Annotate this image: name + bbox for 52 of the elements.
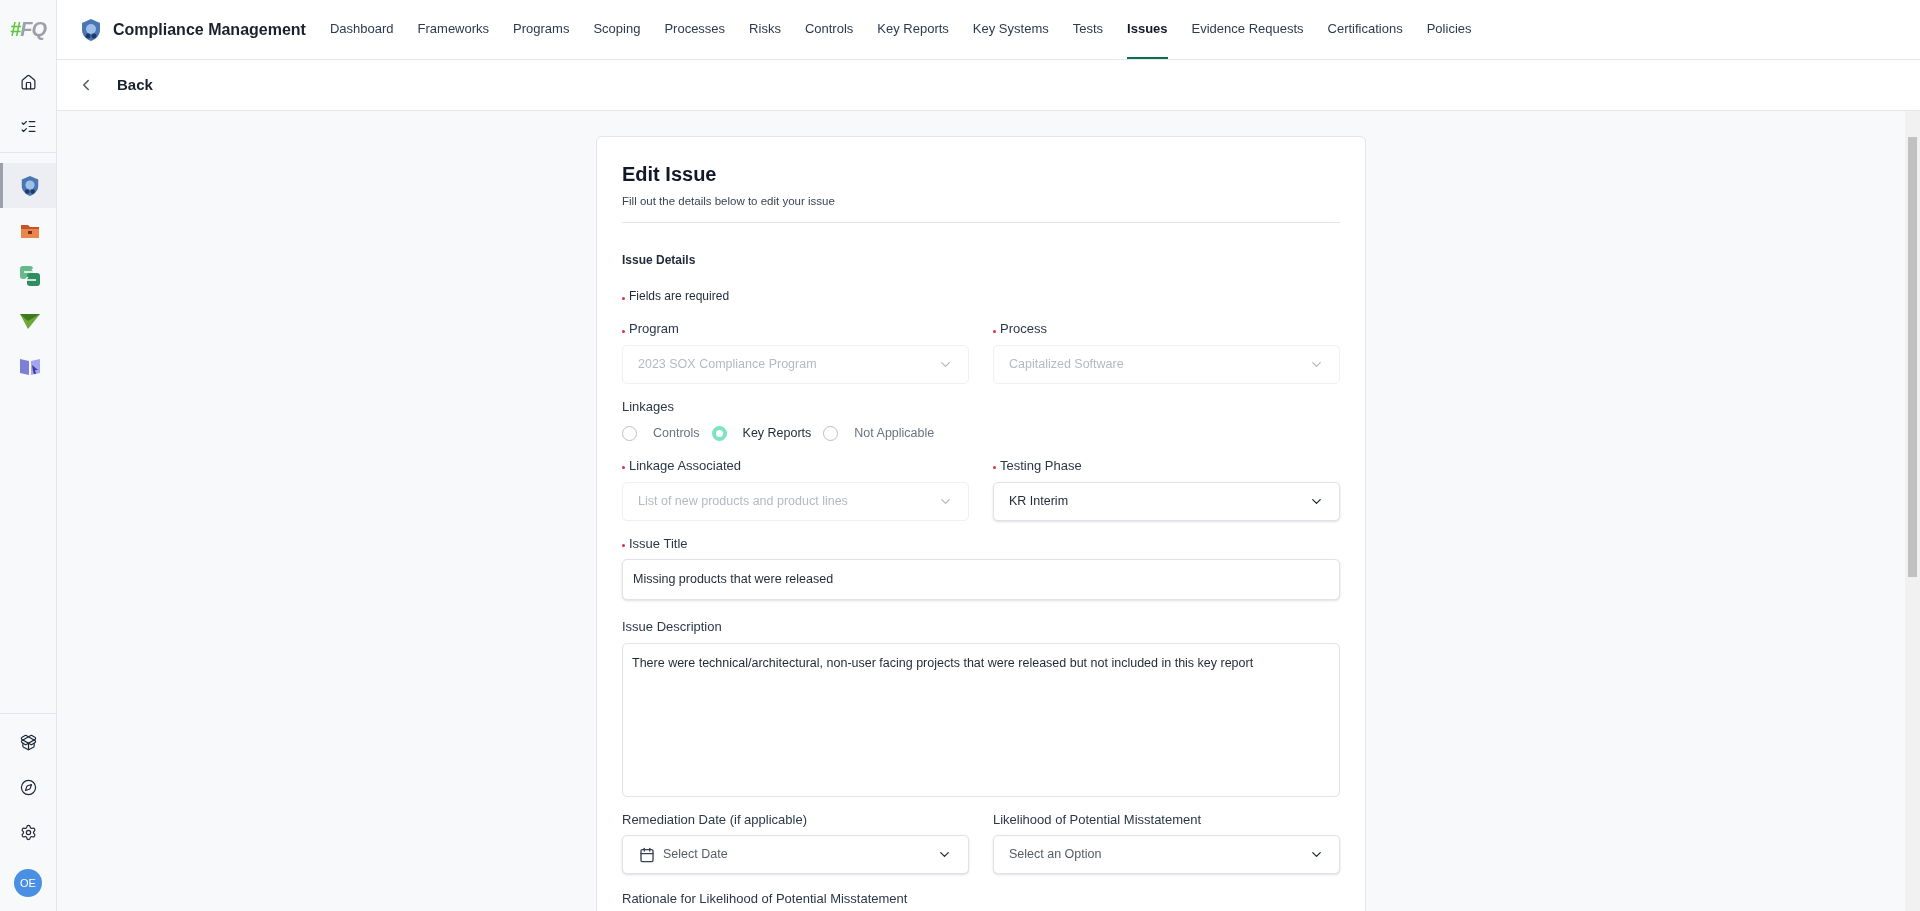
- field-label: Program: [629, 320, 679, 339]
- radio-button[interactable]: [711, 426, 727, 442]
- checklist-icon[interactable]: [19, 118, 37, 135]
- field-label: Remediation Date (if applicable): [622, 810, 807, 829]
- app-switcher-item[interactable]: [0, 163, 56, 208]
- nav-tab[interactable]: Risks: [749, 0, 781, 59]
- select-dropdown[interactable]: Select an Option: [993, 835, 1340, 874]
- nav-tab[interactable]: Key Systems: [972, 0, 1049, 59]
- radio-button[interactable]: [823, 426, 839, 442]
- text-input[interactable]: Missing products that were released: [622, 559, 1340, 600]
- sync-arrows-icon: [18, 264, 41, 287]
- scrollbar[interactable]: [1905, 111, 1920, 911]
- field-label: Linkages: [622, 397, 675, 416]
- nav-tab[interactable]: Certifications: [1327, 0, 1403, 59]
- text-area[interactable]: There were technical/architectural, non-user facing projects that were released but not included in this key report: [622, 642, 1340, 797]
- field-label: Issue Title: [629, 534, 688, 553]
- field-label: Testing Phase: [1000, 457, 1082, 475]
- field-label: Issue Description: [622, 618, 722, 636]
- nav-tab[interactable]: Frameworks: [417, 0, 490, 59]
- compass-icon[interactable]: [19, 779, 37, 796]
- nav-tab[interactable]: Scoping: [593, 0, 641, 59]
- required-note: Fields are required: [629, 288, 730, 306]
- nav-tab[interactable]: Dashboard: [329, 0, 394, 59]
- radio-option[interactable]: Key Reports: [711, 424, 812, 443]
- nav-tab[interactable]: Issues: [1127, 0, 1168, 59]
- field-label: Process: [1000, 320, 1047, 339]
- field-label: Rationale for Likelihood of Potential Misstatement: [622, 890, 908, 908]
- settings-icon[interactable]: [19, 824, 37, 841]
- nav-tab[interactable]: Processes: [664, 0, 726, 59]
- home-icon[interactable]: [19, 74, 37, 91]
- form-subtitle: Fill out the details below to edit your issue: [622, 194, 836, 209]
- field-label: Likelihood of Potential Misstatement: [993, 810, 1202, 829]
- date-picker[interactable]: Select Date: [622, 835, 969, 874]
- open-box-icon[interactable]: [19, 734, 37, 751]
- select-dropdown[interactable]: KR Interim: [993, 481, 1340, 521]
- app-title: Compliance Management: [113, 19, 306, 40]
- section-heading: Issue Details: [622, 252, 697, 270]
- radio-option[interactable]: Controls: [622, 424, 700, 443]
- nav-tab[interactable]: Controls: [804, 0, 854, 59]
- nav-tab[interactable]: Policies: [1426, 0, 1472, 59]
- field-label: Linkage Associated: [629, 457, 742, 475]
- shield-badge-icon: [79, 17, 103, 42]
- radio-option[interactable]: Not Applicable: [823, 424, 935, 443]
- paper-plane-icon: [18, 311, 41, 330]
- back-button[interactable]: Back: [117, 73, 153, 97]
- nav-tab[interactable]: Evidence Requests: [1191, 0, 1304, 59]
- calendar-icon: [639, 846, 655, 863]
- nav-tab[interactable]: Key Reports: [877, 0, 949, 59]
- form-title: Edit Issue: [622, 162, 718, 187]
- radio-button[interactable]: [622, 426, 637, 442]
- nav-tab[interactable]: Programs: [513, 0, 570, 59]
- nav-tab[interactable]: Tests: [1072, 0, 1104, 59]
